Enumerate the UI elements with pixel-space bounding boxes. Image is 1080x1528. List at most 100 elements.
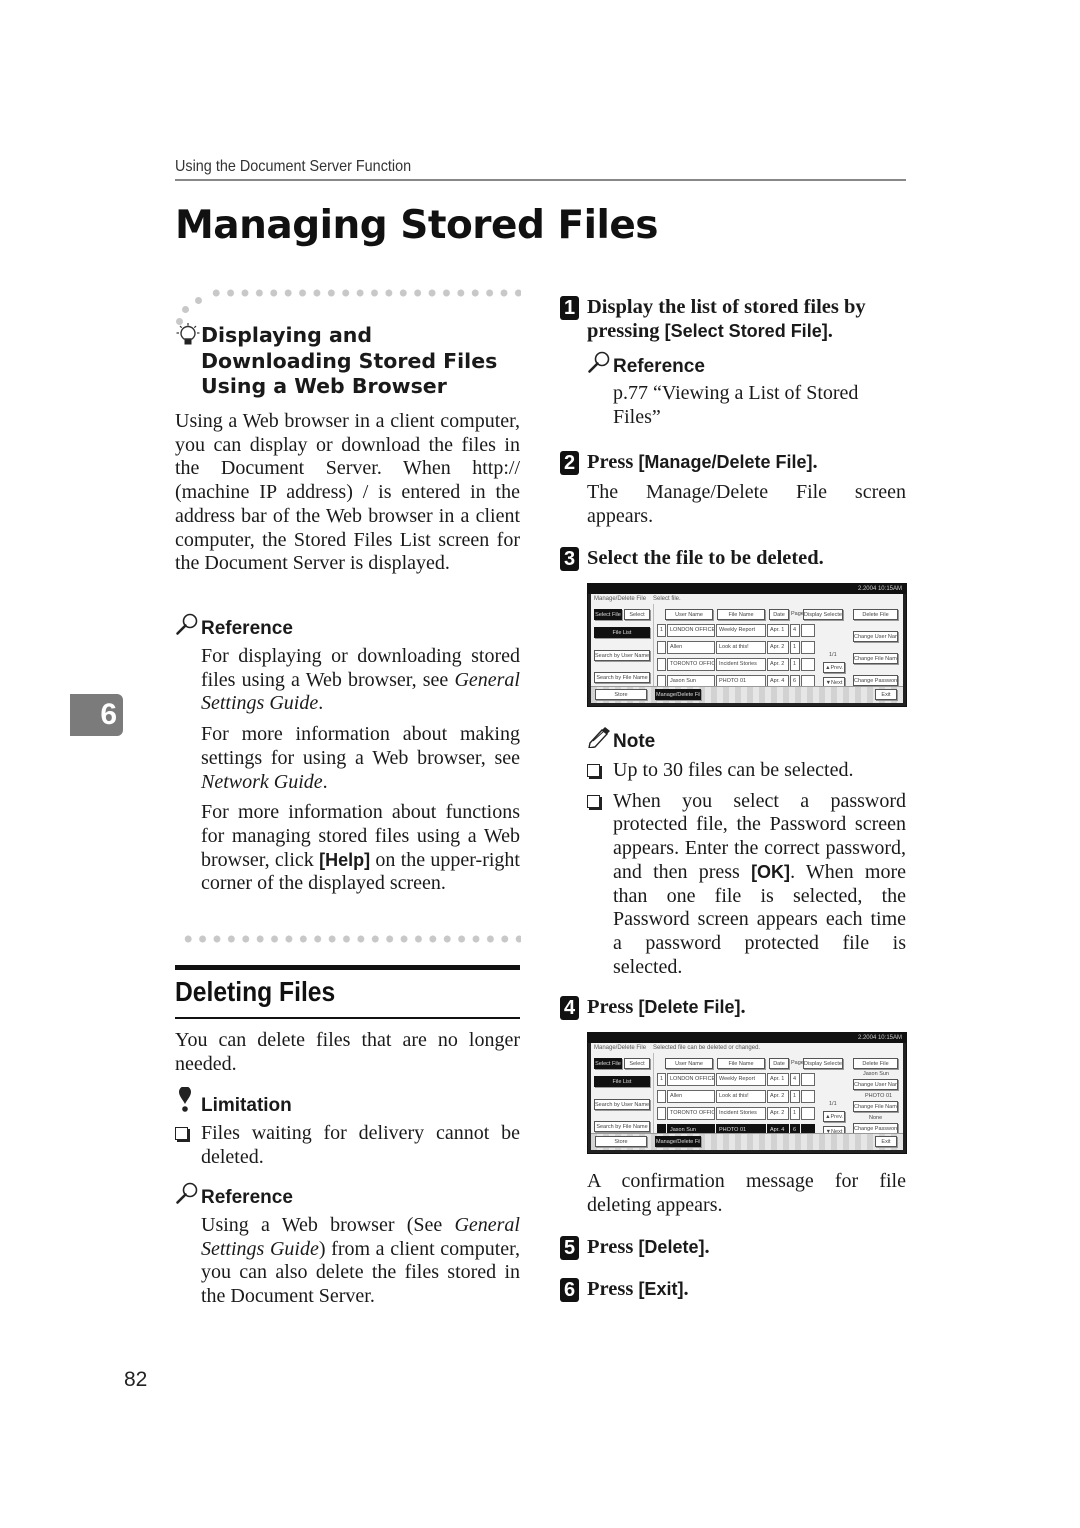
screen-title: Manage/Delete File [594, 596, 647, 602]
header-rule [175, 179, 906, 181]
file-list-button[interactable]: File List [594, 627, 650, 638]
file-cell-pages: 4 [790, 1073, 800, 1086]
magnifier-icon [176, 1182, 198, 1204]
file-cell-x [801, 1090, 815, 1103]
deleting-intro: You can delete files that are no longer … [175, 1029, 520, 1075]
note-label: Note [587, 727, 906, 754]
file-cell-user: Allen [667, 641, 715, 654]
store-button[interactable]: Store [595, 1136, 647, 1147]
pencil-icon [588, 727, 610, 748]
reference-link[interactable]: p.77 “Viewing a List of Stored Files” [613, 382, 906, 429]
file-cell-user: TORONTO OFFICE [667, 658, 715, 671]
tip-heading: Displaying and Downloading Stored Files … [175, 323, 520, 400]
prev-button[interactable]: ▲Prev. [823, 662, 845, 673]
status-bar: 2.2004 10:15AM [588, 584, 906, 594]
manage-delete-tab[interactable]: Manage/Delete File [655, 1136, 701, 1147]
sort-user-button[interactable]: User Name [665, 609, 713, 620]
reference-text-3: For more information about functions for… [201, 801, 520, 895]
file-cell-num [657, 1107, 666, 1120]
page-col-label: Page [791, 611, 804, 617]
sort-user-button[interactable]: User Name [665, 1058, 713, 1069]
sort-date-button[interactable]: Date [769, 1058, 789, 1069]
store-button[interactable]: Store [595, 689, 647, 700]
help-key: [Help] [319, 849, 371, 870]
file-cell-pages: 1 [790, 658, 800, 671]
file-cell-num: 1 [657, 624, 666, 637]
search-user-button[interactable]: Search by User Name [594, 650, 650, 661]
sort-file-button[interactable]: File Name [717, 1058, 765, 1069]
step-2: 2 Press [Manage/Delete File]. The Manage… [560, 450, 906, 528]
exit-button[interactable]: Exit [875, 689, 897, 700]
change-password-button[interactable]: Change Password [853, 675, 898, 686]
exit-key: [Exit] [638, 1279, 684, 1299]
file-cell-file: Incident Stories [716, 658, 766, 671]
file-cell-date: Apr. 1 [767, 1073, 789, 1086]
dotted-separator [181, 935, 521, 943]
select-stored-file-key: [Select Stored File] [664, 321, 828, 341]
delete-file-button[interactable]: Delete File [853, 609, 898, 620]
selected-file-label: PHOTO 01 [865, 1093, 893, 1099]
screen-message: Select file. [653, 596, 681, 602]
manage-delete-tab[interactable]: Manage/Delete File [655, 689, 701, 700]
checkbox-icon [175, 1127, 188, 1141]
sort-date-button[interactable]: Date [769, 609, 789, 620]
section-rule [175, 965, 520, 970]
change-file-button[interactable]: Change File Name [853, 653, 898, 664]
exit-button[interactable]: Exit [875, 1136, 897, 1147]
change-file-button[interactable]: Change File Name [853, 1101, 898, 1112]
search-file-button[interactable]: Search by File Name [594, 672, 650, 683]
step-4-body: A confirmation message for file deleting… [587, 1170, 906, 1216]
file-cell-num [657, 1090, 666, 1103]
file-cell-date: Apr. 1 [767, 624, 789, 637]
reference-text-1: For displaying or downloading stored fil… [201, 645, 520, 715]
note-item: When you select a password protected fil… [587, 790, 906, 980]
change-user-button[interactable]: Change User Name [853, 1079, 898, 1090]
display-selected-button[interactable]: Display Selected [803, 1058, 843, 1069]
screen-message: Selected file can be deleted or changed. [653, 1045, 761, 1051]
manage-delete-key: [Manage/Delete File] [638, 452, 813, 472]
chapter-tab[interactable]: 6 [70, 694, 123, 736]
step-number: 3 [560, 547, 579, 571]
step-body: The Manage/Delete File screen appears. [587, 481, 906, 527]
step-number: 1 [560, 296, 579, 320]
page-indicator: 1/1 [829, 652, 837, 658]
page-col-label: Page [791, 1060, 804, 1066]
dotted-separator [209, 289, 521, 297]
delete-file-button[interactable]: Delete File [853, 1058, 898, 1069]
file-cell-file: Look at this! [716, 641, 766, 654]
tab-select-file[interactable]: Select File [594, 609, 622, 620]
file-cell-pages: 1 [790, 641, 800, 654]
deleting-heading: Deleting Files [175, 976, 336, 1007]
file-cell-date: Apr. 2 [767, 1090, 789, 1103]
status-bar: 2.2004 10:15AM [588, 1033, 906, 1043]
file-cell-file: Weekly Report [716, 624, 766, 637]
checkbox-icon [587, 764, 600, 777]
file-list-button[interactable]: File List [594, 1076, 650, 1087]
file-cell-x [801, 658, 815, 671]
file-cell-user: TORONTO OFFICE [667, 1107, 715, 1120]
tab-select[interactable]: Select [624, 609, 650, 620]
running-header: Using the Document Server Function [175, 158, 412, 175]
step-6: 6 Press [Exit]. [560, 1277, 906, 1302]
tab-select[interactable]: Select [624, 1058, 650, 1069]
change-user-button[interactable]: Change User Name [853, 631, 898, 642]
bottom-bar: Store Manage/Delete File Exit [591, 1133, 903, 1150]
reference-label: Reference [175, 613, 520, 641]
search-file-button[interactable]: Search by File Name [594, 1121, 650, 1132]
file-cell-pages: 1 [790, 1107, 800, 1120]
file-cell-num [657, 658, 666, 671]
divider [653, 604, 654, 692]
display-selected-button[interactable]: Display Selected [803, 609, 843, 620]
tab-select-file[interactable]: Select File [594, 1058, 622, 1069]
prev-button[interactable]: ▲Prev. [823, 1111, 845, 1122]
reference-text-2: For more information about making settin… [201, 723, 520, 793]
reference-label: Reference [587, 351, 906, 379]
selected-user-label: Jason Sun [863, 1071, 889, 1077]
search-user-button[interactable]: Search by User Name [594, 1099, 650, 1110]
sort-file-button[interactable]: File Name [717, 609, 765, 620]
dot-decoration [195, 297, 202, 304]
file-cell-pages: 1 [790, 1090, 800, 1103]
dot-decoration [182, 306, 189, 313]
file-cell-x [801, 1073, 815, 1086]
file-cell-pages: 4 [790, 624, 800, 637]
